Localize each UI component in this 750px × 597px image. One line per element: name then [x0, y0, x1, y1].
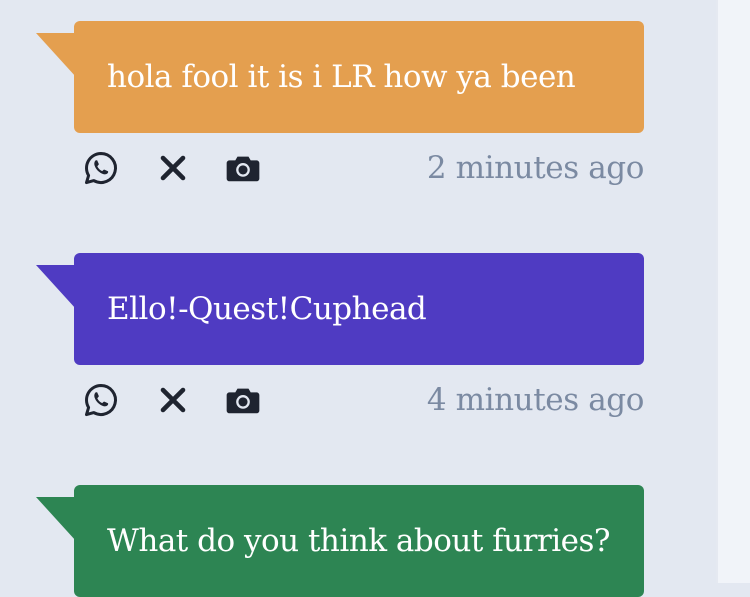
message-text: hola fool it is i LR how ya been — [107, 58, 576, 95]
message-actions: 4 minutes ago — [82, 381, 644, 419]
close-icon[interactable] — [154, 381, 192, 419]
whatsapp-icon[interactable] — [82, 381, 120, 419]
whatsapp-icon[interactable] — [82, 149, 120, 187]
message-bubble: What do you think about furries? — [74, 485, 644, 597]
bubble-tail — [36, 33, 76, 77]
camera-icon[interactable] — [224, 149, 262, 187]
message-text: Ello!-Quest!Cuphead — [107, 290, 427, 327]
camera-icon[interactable] — [224, 381, 262, 419]
message-timestamp: 4 minutes ago — [426, 382, 645, 418]
close-icon[interactable] — [154, 149, 192, 187]
message-text: What do you think about furries? — [107, 522, 611, 559]
message-timestamp: 2 minutes ago — [426, 150, 645, 186]
bubble-tail — [36, 497, 76, 541]
message-bubble: Ello!-Quest!Cuphead — [74, 253, 644, 365]
message-actions: 2 minutes ago — [82, 149, 644, 187]
scrollbar-track[interactable] — [716, 0, 750, 583]
bubble-tail — [36, 265, 76, 309]
message-bubble: hola fool it is i LR how ya been — [74, 21, 644, 133]
